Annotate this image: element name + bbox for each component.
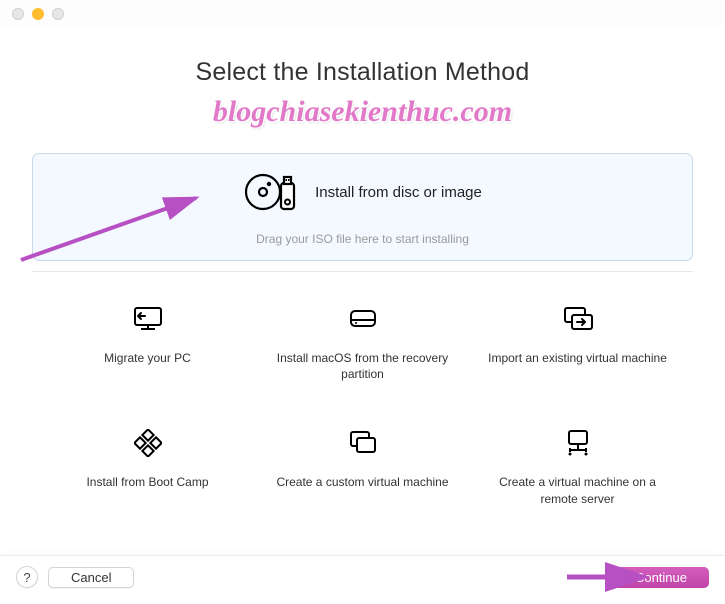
option-label: Create a custom virtual machine [276,474,448,490]
remote-server-icon [563,426,593,460]
option-label: Migrate your PC [104,350,191,366]
import-vm-icon [561,302,595,336]
page-title: Select the Installation Method [0,58,725,87]
disc-usb-icon [243,172,299,212]
cancel-button[interactable]: Cancel [48,567,134,588]
help-button[interactable]: ? [16,566,38,588]
continue-button[interactable]: Continue [613,567,709,588]
install-from-disc-dropzone[interactable]: Install from disc or image Drag your ISO… [32,153,693,261]
option-label: Install from Boot Camp [86,474,208,490]
option-label: Import an existing virtual machine [488,350,667,366]
option-create-custom-vm[interactable]: Create a custom virtual machine [265,426,460,506]
hard-drive-icon [348,302,378,336]
migrate-pc-icon [131,302,165,336]
minimize-window-button[interactable] [32,8,44,20]
option-install-bootcamp[interactable]: Install from Boot Camp [50,426,245,506]
install-options-grid: Migrate your PC Install macOS from the r… [0,272,725,507]
option-label: Install macOS from the recovery partitio… [265,350,460,382]
option-install-macos-recovery[interactable]: Install macOS from the recovery partitio… [265,302,460,382]
option-create-remote-vm[interactable]: Create a virtual machine on a remote ser… [480,426,675,506]
zoom-window-button[interactable] [52,8,64,20]
custom-vm-icon [348,426,378,460]
dropzone-main-row: Install from disc or image [33,172,692,212]
close-window-button[interactable] [12,8,24,20]
dialog-footer: ? Cancel Continue [0,555,725,598]
window-titlebar [0,0,725,28]
bootcamp-icon [134,426,162,460]
dropzone-hint: Drag your ISO file here to start install… [33,232,692,246]
watermark-text: blogchiasekienthuc.com [0,95,725,129]
dropzone-label: Install from disc or image [315,184,482,201]
option-label: Create a virtual machine on a remote ser… [480,474,675,506]
option-import-existing-vm[interactable]: Import an existing virtual machine [480,302,675,382]
option-migrate-pc[interactable]: Migrate your PC [50,302,245,382]
